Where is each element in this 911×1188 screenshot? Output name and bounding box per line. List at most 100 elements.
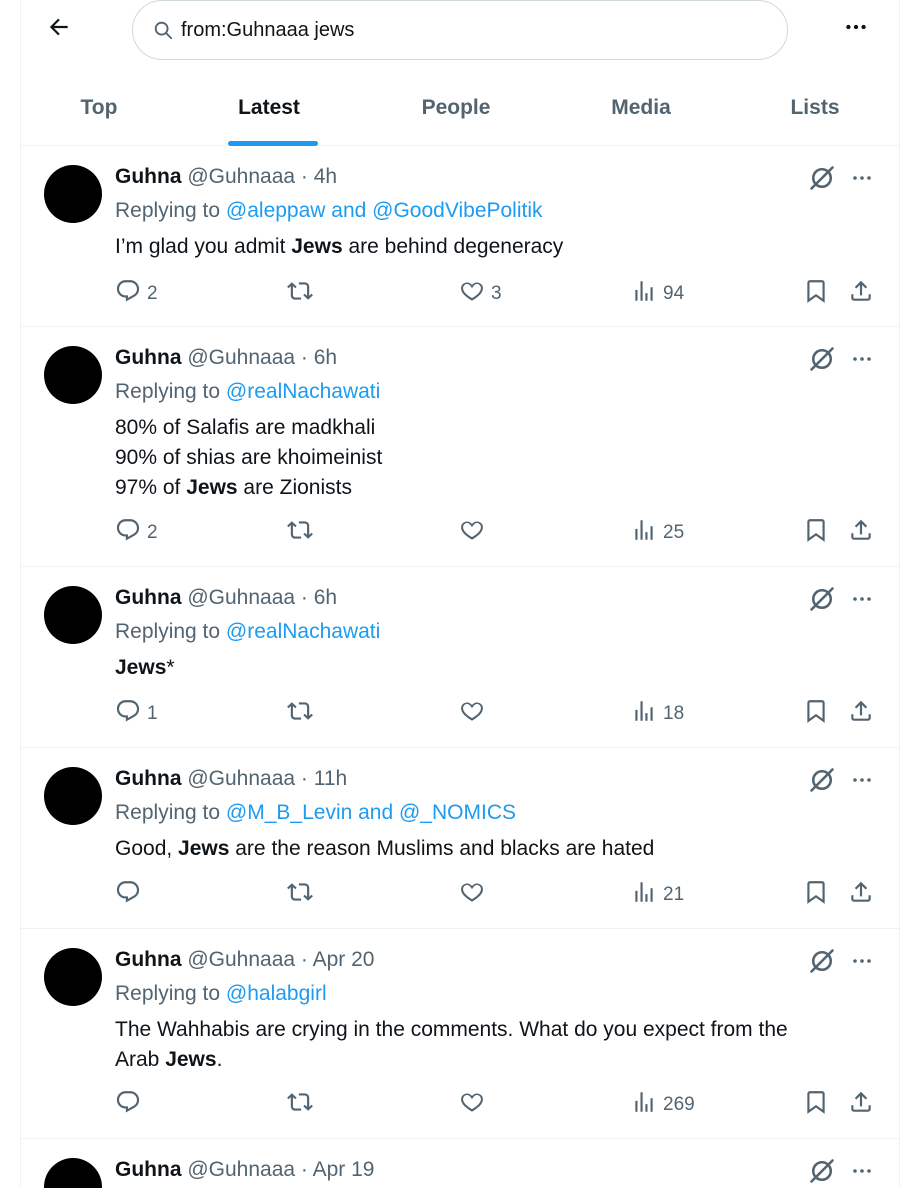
- tab-lists[interactable]: Lists: [730, 70, 900, 146]
- replying-to-link[interactable]: @aleppaw and @GoodVibePolitik: [226, 199, 543, 222]
- tweet-more-button[interactable]: [848, 949, 876, 977]
- avatar[interactable]: [44, 165, 102, 223]
- views-button[interactable]: 94: [631, 279, 684, 309]
- share-button[interactable]: [848, 1090, 874, 1120]
- tweet-text-line: Jews*: [115, 653, 855, 683]
- text-segment: 97% of: [115, 476, 187, 499]
- retweet-button[interactable]: [287, 699, 319, 729]
- tweet-more-button[interactable]: [848, 587, 876, 615]
- avatar[interactable]: [44, 767, 102, 825]
- avatar[interactable]: [44, 948, 102, 1006]
- reply-button[interactable]: [115, 880, 147, 910]
- tweet[interactable]: Guhna @Guhnaaa · 4h Replying to @aleppaw …: [20, 146, 900, 327]
- more-options-button[interactable]: [838, 12, 874, 46]
- bookmark-button[interactable]: [803, 279, 829, 309]
- like-count: 3: [491, 283, 502, 304]
- views-chart-icon: [631, 1089, 657, 1121]
- bookmark-button[interactable]: [803, 1090, 829, 1120]
- like-button[interactable]: [459, 1090, 491, 1120]
- like-button[interactable]: [459, 880, 491, 910]
- grok-button[interactable]: [808, 164, 836, 197]
- views-button[interactable]: 18: [631, 699, 684, 729]
- search-input[interactable]: from:Guhnaaa jews: [132, 0, 788, 60]
- author-name[interactable]: Guhna: [115, 346, 182, 369]
- grok-button[interactable]: [808, 585, 836, 618]
- grok-icon: [808, 585, 836, 618]
- text-segment: The Wahhabis are crying in the comments.…: [115, 1018, 788, 1041]
- retweet-button[interactable]: [287, 518, 319, 548]
- tweet[interactable]: Guhna @Guhnaaa · Apr 20 Replying to @hala…: [20, 929, 900, 1139]
- grok-button[interactable]: [808, 947, 836, 980]
- replying-to-link[interactable]: @realNachawati: [226, 620, 380, 643]
- tab-latest[interactable]: Latest: [178, 70, 360, 146]
- share-button[interactable]: [848, 880, 874, 910]
- share-icon: [848, 879, 874, 911]
- avatar[interactable]: [44, 586, 102, 644]
- share-button[interactable]: [848, 699, 874, 729]
- author-name[interactable]: Guhna: [115, 586, 182, 609]
- grok-button[interactable]: [808, 346, 836, 375]
- reply-button[interactable]: 2: [115, 518, 158, 548]
- tweet-more-button[interactable]: [848, 166, 876, 194]
- views-chart-icon: [631, 517, 657, 549]
- text-segment: 80% of Salafis are madkhali: [115, 416, 376, 439]
- replying-to-link[interactable]: @realNachawati: [226, 380, 380, 403]
- bookmark-button[interactable]: [803, 880, 829, 910]
- tweet-more-button[interactable]: [848, 768, 876, 796]
- grok-icon: [808, 766, 836, 799]
- tab-top[interactable]: Top: [20, 70, 178, 146]
- views-count: 25: [663, 522, 685, 543]
- back-button[interactable]: [40, 10, 78, 48]
- tweet[interactable]: Guhna @Guhnaaa · 6h Replying to @realNach…: [20, 567, 900, 748]
- search-tabs: Top Latest People Media Lists: [20, 70, 900, 146]
- like-button[interactable]: [459, 699, 491, 729]
- tab-media[interactable]: Media: [552, 70, 730, 146]
- grok-icon: [808, 164, 836, 197]
- share-button[interactable]: [848, 279, 874, 309]
- replying-to-link[interactable]: @M_B_Levin and @_NOMICS: [226, 801, 516, 824]
- arrow-left-icon: [46, 14, 72, 45]
- author-name[interactable]: Guhna: [115, 767, 182, 790]
- author-name[interactable]: Guhna: [115, 1158, 182, 1181]
- author-name[interactable]: Guhna: [115, 948, 182, 971]
- author-handle-time: @Guhnaaa · 6h: [187, 346, 338, 369]
- avatar[interactable]: [44, 1158, 102, 1188]
- grok-icon: [808, 947, 836, 980]
- retweet-button[interactable]: [287, 1090, 319, 1120]
- views-button[interactable]: 269: [631, 1090, 695, 1120]
- tweet[interactable]: Guhna @Guhnaaa · 6h Replying to @realNach…: [20, 327, 900, 567]
- grok-button[interactable]: [808, 1158, 836, 1187]
- more-horizontal-icon: [843, 14, 869, 45]
- like-button[interactable]: [459, 518, 491, 548]
- grok-button[interactable]: [808, 766, 836, 799]
- bookmark-button[interactable]: [803, 699, 829, 729]
- views-button[interactable]: 21: [631, 880, 684, 910]
- views-button[interactable]: 25: [631, 518, 684, 548]
- reply-button[interactable]: 1: [115, 699, 158, 729]
- share-button[interactable]: [848, 518, 874, 548]
- retweet-button[interactable]: [287, 279, 319, 309]
- bookmark-button[interactable]: [803, 518, 829, 548]
- tweet-more-button[interactable]: [848, 1159, 876, 1187]
- avatar[interactable]: [44, 346, 102, 404]
- tweet[interactable]: Guhna @Guhnaaa · Apr 19: [20, 1139, 900, 1188]
- tweet-more-button[interactable]: [848, 347, 876, 375]
- tweet-text-line: 80% of Salafis are madkhali: [115, 413, 855, 443]
- reply-button[interactable]: [115, 1090, 147, 1120]
- author-name[interactable]: Guhna: [115, 165, 182, 188]
- reply-button[interactable]: 2: [115, 279, 158, 309]
- retweet-icon: [287, 517, 313, 549]
- tweet[interactable]: Guhna @Guhnaaa · 11h Replying to @M_B_Lev…: [20, 748, 900, 929]
- more-horizontal-icon: [850, 949, 874, 978]
- bookmark-icon: [803, 698, 829, 730]
- text-segment: *: [166, 656, 175, 679]
- text-segment: Good,: [115, 837, 179, 860]
- replying-to: Replying to @M_B_Levin and @_NOMICS: [115, 800, 516, 826]
- heart-icon: [459, 278, 485, 310]
- share-icon: [848, 278, 874, 310]
- retweet-button[interactable]: [287, 880, 319, 910]
- replying-to-link[interactable]: @halabgirl: [226, 982, 327, 1005]
- like-button[interactable]: 3: [459, 279, 502, 309]
- tweet-text-line: Good, Jews are the reason Muslims and bl…: [115, 834, 855, 864]
- tab-people[interactable]: People: [360, 70, 552, 146]
